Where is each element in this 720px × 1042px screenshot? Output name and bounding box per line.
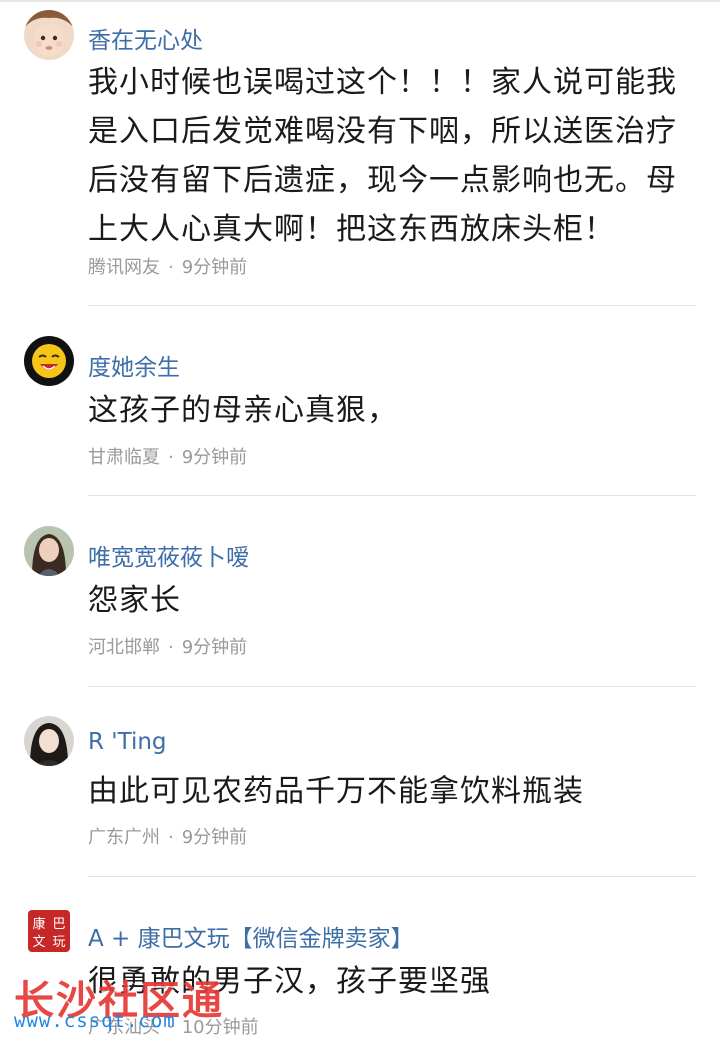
comment-meta: 广东广州 · 9分钟前 [88,823,247,849]
svg-text:玩: 玩 [52,935,65,950]
user-avatar[interactable] [24,10,74,60]
comment-meta: 广东汕头 · 10分钟前 [88,1013,259,1039]
svg-text:文: 文 [32,935,45,950]
comment-location: 广东汕头 [88,1017,160,1038]
user-avatar[interactable] [24,716,74,766]
comment-location: 腾讯网友 [88,257,160,278]
comment-line: 上大人心真大啊！把这东西放床头柜！ [88,212,615,247]
comment-meta: 腾讯网友 · 9分钟前 [88,253,247,279]
child-avatar-icon [24,10,74,60]
user-avatar[interactable] [24,336,74,386]
girl-avatar-icon [24,716,74,766]
comment-time: 9分钟前 [181,827,248,848]
comment-divider [88,686,696,687]
meta-separator: · [168,637,174,658]
comment-line: 是入口后发觉难喝没有下咽，所以送医治疗 [88,114,677,149]
svg-text:巴: 巴 [52,917,65,932]
user-avatar[interactable]: 康 巴 文 玩 [24,906,74,956]
comment-location: 广东广州 [88,827,160,848]
comment-line: 这孩子的母亲心真狠， [88,393,398,428]
comment-location: 河北邯郸 [88,637,160,658]
comment-username[interactable]: 香在无心处 [88,21,203,55]
comment-username[interactable]: R 'Ting [88,729,167,755]
meta-separator: · [168,1017,174,1038]
comment-username[interactable]: 唯宽宽莜莜卜嗳 [88,538,249,572]
comment-meta: 河北邯郸 · 9分钟前 [88,633,247,659]
comment-line: 怨家长 [88,583,181,618]
top-border [0,0,720,2]
woman-avatar-icon [24,526,74,576]
comment-line: 很勇敢的男子汉，孩子要坚强 [88,964,491,999]
comment-line: 由此可见农药品千万不能拿饮料瓶装 [88,774,584,809]
meta-separator: · [168,827,174,848]
comment-meta: 甘肃临夏 · 9分钟前 [88,443,247,469]
comment-line: 我小时候也误喝过这个！！！家人说可能我 [88,65,677,100]
emoji-avatar-icon [24,336,74,386]
comment-time: 9分钟前 [181,637,248,658]
comment-location: 甘肃临夏 [88,447,160,468]
svg-text:康: 康 [32,916,45,932]
comment-divider [88,876,696,877]
meta-separator: · [168,447,174,468]
comment-time: 9分钟前 [181,447,248,468]
comment-line: 后没有留下后遗症，现今一点影响也无。母 [88,163,677,198]
comment-username[interactable]: A + 康巴文玩【微信金牌卖家】 [88,919,414,953]
comment-time: 10分钟前 [181,1017,259,1038]
comment-content: 很勇敢的男子汉，孩子要坚强 [88,957,700,1006]
comment-content: 我小时候也误喝过这个！！！家人说可能我 是入口后发觉难喝没有下咽，所以送医治疗 … [88,58,700,254]
seal-avatar-icon: 康 巴 文 玩 [24,906,74,956]
user-avatar[interactable] [24,526,74,576]
comment-content: 这孩子的母亲心真狠， [88,386,700,435]
comment-divider [88,495,696,496]
comment-divider [88,305,696,306]
comment-content: 由此可见农药品千万不能拿饮料瓶装 [88,767,700,816]
comment-username[interactable]: 度她余生 [88,348,180,382]
comment-content: 怨家长 [88,576,700,625]
comment-time: 9分钟前 [181,257,248,278]
meta-separator: · [168,257,174,278]
